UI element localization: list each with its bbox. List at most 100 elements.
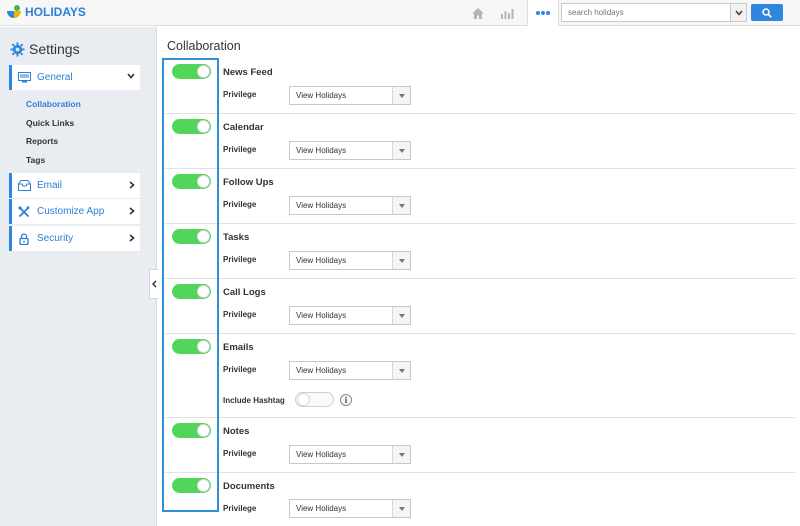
documents-toggle[interactable] [172,478,211,493]
privilege-label: Privilege [223,255,257,264]
lock-icon [17,232,31,246]
chevron-right-icon [129,181,135,189]
chevron-right-icon [129,207,135,215]
toggle-knob [197,175,210,188]
setting-row-calendar: Calendar Privilege View Holidays [165,114,795,169]
chevron-down-icon [392,87,410,104]
holidays-logo-icon [7,5,21,18]
tasks-toggle[interactable] [172,229,211,244]
news-feed-toggle[interactable] [172,64,211,79]
chart-icon[interactable] [497,3,517,23]
follow-ups-privilege-select[interactable]: View Holidays [289,196,411,215]
chevron-down-icon [392,307,410,324]
sidebar-item-label: Customize App [37,206,105,217]
sidebar-item-security[interactable]: Security [9,226,140,251]
chevron-down-icon [392,500,410,517]
calendar-privilege-select[interactable]: View Holidays [289,141,411,160]
more-icon[interactable] [527,0,559,26]
privilege-label: Privilege [223,504,257,513]
page-title: Collaboration [167,39,241,53]
row-title: Tasks [223,232,250,243]
app-brand[interactable]: HOLIDAYS [25,5,86,19]
chevron-left-icon [151,280,157,288]
inbox-icon [17,179,31,193]
sidebar-subitem-collaboration[interactable]: Collaboration [26,99,81,109]
follow-ups-toggle[interactable] [172,174,211,189]
chevron-down-icon [392,197,410,214]
home-icon[interactable] [468,3,488,23]
calendar-toggle[interactable] [172,119,211,134]
setting-row-follow-ups: Follow Ups Privilege View Holidays [165,169,795,224]
privilege-label: Privilege [223,90,257,99]
row-title: Documents [223,481,275,492]
sidebar-subitem-quick-links[interactable]: Quick Links [26,118,74,128]
privilege-label: Privilege [223,449,257,458]
search-input[interactable] [562,4,730,21]
emails-privilege-select[interactable]: View Holidays [289,361,411,380]
chevron-down-icon [392,362,410,379]
toggle-knob [197,285,210,298]
sidebar-item-label: Security [37,233,74,244]
search-icon [762,7,772,18]
setting-row-documents: Documents Privilege View Holidays [165,473,795,526]
row-title: Follow Ups [223,177,274,188]
sidebar-item-label: Email [37,180,63,191]
select-value: View Holidays [296,450,347,459]
documents-privilege-select[interactable]: View Holidays [289,499,411,518]
row-title: Notes [223,426,250,437]
notes-toggle[interactable] [172,423,211,438]
setting-row-tasks: Tasks Privilege View Holidays [165,224,795,279]
search-dropdown[interactable] [730,4,746,21]
info-icon[interactable]: i [340,394,352,406]
toggle-knob [197,120,210,133]
select-value: View Holidays [296,504,347,513]
privilege-label: Privilege [223,200,257,209]
select-value: View Holidays [296,201,347,210]
chevron-right-icon [129,234,135,242]
privilege-label: Privilege [223,365,257,374]
sidebar-subitem-tags[interactable]: Tags [26,155,45,165]
toggle-knob [197,424,210,437]
row-title: Emails [223,342,254,353]
select-value: View Holidays [296,146,347,155]
notes-privilege-select[interactable]: View Holidays [289,445,411,464]
include-hashtag-toggle[interactable] [295,392,334,407]
select-value: View Holidays [296,311,347,320]
sidebar: Settings General Collaboration Quick Lin… [0,27,158,526]
include-hashtag-label: Include Hashtag [223,396,285,405]
row-title: Call Logs [223,287,266,298]
toggle-knob [197,230,210,243]
sidebar-item-general[interactable]: General [9,65,140,90]
row-title: Calendar [223,122,264,133]
setting-row-call-logs: Call Logs Privilege View Holidays [165,279,795,334]
sidebar-item-email[interactable]: Email [9,173,140,198]
call-logs-privilege-select[interactable]: View Holidays [289,306,411,325]
settings-title: Settings [29,41,80,57]
privilege-label: Privilege [223,145,257,154]
sidebar-subitem-reports[interactable]: Reports [26,136,58,146]
sidebar-collapse-button[interactable] [149,269,158,299]
tools-icon [17,205,31,219]
news-feed-privilege-select[interactable]: View Holidays [289,86,411,105]
top-bar: HOLIDAYS [0,0,800,26]
setting-row-notes: Notes Privilege View Holidays [165,418,795,473]
sidebar-item-label: General [37,72,73,83]
search-button[interactable] [751,4,783,21]
chevron-down-icon [392,252,410,269]
setting-row-emails: Emails Privilege View Holidays Include H… [165,334,795,418]
toggle-knob [197,340,210,353]
select-value: View Holidays [296,366,347,375]
gear-icon [10,41,25,57]
setting-row-news-feed: News Feed Privilege View Holidays [165,59,795,114]
chevron-down-icon [392,142,410,159]
chevron-down-icon [392,446,410,463]
search-box [561,3,747,22]
emails-toggle[interactable] [172,339,211,354]
call-logs-toggle[interactable] [172,284,211,299]
select-value: View Holidays [296,91,347,100]
sidebar-item-customize-app[interactable]: Customize App [9,199,140,224]
tasks-privilege-select[interactable]: View Holidays [289,251,411,270]
monitor-icon [17,71,31,85]
chevron-down-icon [127,73,135,79]
toggle-knob [197,65,210,78]
